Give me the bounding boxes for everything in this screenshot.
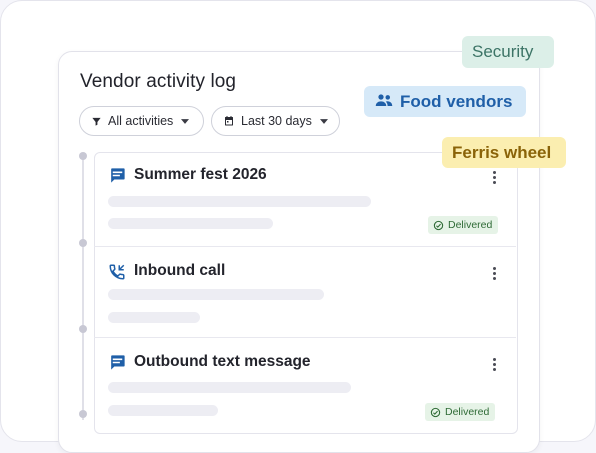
status-badge-label: Delivered bbox=[448, 219, 493, 231]
caret-down-icon bbox=[181, 118, 190, 124]
filter-icon bbox=[91, 116, 102, 127]
divider bbox=[94, 337, 516, 338]
more-options-icon[interactable] bbox=[486, 169, 502, 185]
people-group-icon bbox=[375, 92, 400, 112]
more-options-icon[interactable] bbox=[486, 265, 502, 281]
ferris-wheel-tag[interactable]: Ferris wheel bbox=[442, 137, 566, 168]
loading-placeholder bbox=[108, 312, 200, 323]
timeline-dot bbox=[79, 239, 87, 247]
timeline-dot bbox=[79, 152, 87, 160]
activity-title[interactable]: Inbound call bbox=[134, 262, 225, 280]
loading-placeholder bbox=[108, 289, 324, 300]
loading-placeholder bbox=[108, 382, 351, 393]
loading-placeholder bbox=[108, 196, 371, 207]
security-tag-label: Security bbox=[472, 42, 534, 61]
timeline-line bbox=[82, 156, 84, 420]
activity-title[interactable]: Summer fest 2026 bbox=[134, 166, 267, 184]
loading-placeholder bbox=[108, 405, 218, 416]
date-range-filter-label: Last 30 days bbox=[241, 114, 312, 128]
food-vendors-tag[interactable]: Food vendors bbox=[364, 86, 526, 117]
ferris-wheel-tag-label: Ferris wheel bbox=[452, 142, 552, 162]
more-options-icon[interactable] bbox=[486, 356, 502, 372]
food-vendors-tag-label: Food vendors bbox=[400, 91, 513, 111]
timeline-dot bbox=[79, 410, 87, 418]
message-icon bbox=[108, 353, 127, 377]
page-title: Vendor activity log bbox=[80, 71, 237, 92]
activity-title[interactable]: Outbound text message bbox=[134, 353, 311, 371]
phone-incoming-icon bbox=[108, 263, 126, 286]
message-icon bbox=[108, 166, 127, 190]
date-range-filter[interactable]: Last 30 days bbox=[211, 106, 340, 136]
timeline-dot bbox=[79, 325, 87, 333]
status-badge-label: Delivered bbox=[445, 406, 490, 418]
activity-type-filter-label: All activities bbox=[108, 114, 174, 128]
calendar-icon bbox=[223, 115, 235, 127]
check-circle-icon bbox=[433, 220, 444, 230]
caret-down-icon bbox=[319, 118, 328, 124]
status-badge: Delivered bbox=[425, 403, 496, 421]
activity-type-filter[interactable]: All activities bbox=[79, 106, 204, 136]
status-badge: Delivered bbox=[428, 216, 499, 234]
divider bbox=[94, 246, 516, 247]
loading-placeholder bbox=[108, 218, 273, 229]
check-circle-icon bbox=[430, 407, 441, 417]
security-tag[interactable]: Security bbox=[462, 36, 554, 68]
